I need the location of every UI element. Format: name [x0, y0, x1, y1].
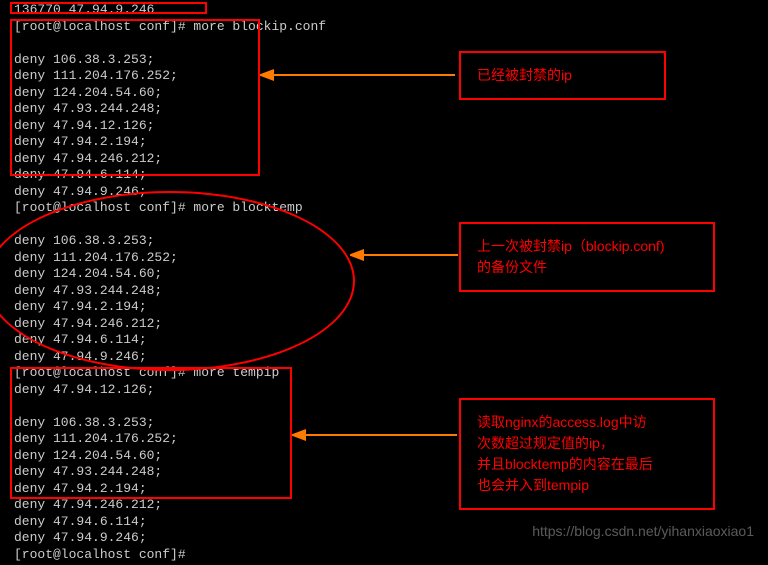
annotation-text-line1: 上一次被封禁ip（blockip.conf) [477, 238, 665, 254]
highlight-ellipse-blocktemp [0, 191, 355, 371]
annotation-text-line1: 读取nginx的access.log中访 [477, 414, 647, 430]
annotation-tempip: 读取nginx的access.log中访 次数超过规定值的ip， 并且block… [459, 398, 715, 510]
annotation-text: 已经被封禁的ip [477, 67, 572, 83]
annotation-text-line2: 次数超过规定值的ip， [477, 435, 614, 451]
highlight-box-top-header [10, 2, 207, 14]
watermark: https://blog.csdn.net/yihanxiaoxiao1 [532, 523, 754, 539]
highlight-box-tempip [10, 367, 292, 499]
annotation-text-line2: 的备份文件 [477, 259, 547, 275]
highlight-box-blockip [10, 19, 260, 176]
terminal-line: [root@localhost conf]# [14, 547, 754, 564]
annotation-text-line3: 并且blocktemp的内容在最后 [477, 456, 653, 472]
annotation-backup-file: 上一次被封禁ip（blockip.conf) 的备份文件 [459, 222, 715, 292]
annotation-text-line4: 也会并入到tempip [477, 477, 589, 493]
annotation-blocked-ip: 已经被封禁的ip [459, 51, 666, 100]
